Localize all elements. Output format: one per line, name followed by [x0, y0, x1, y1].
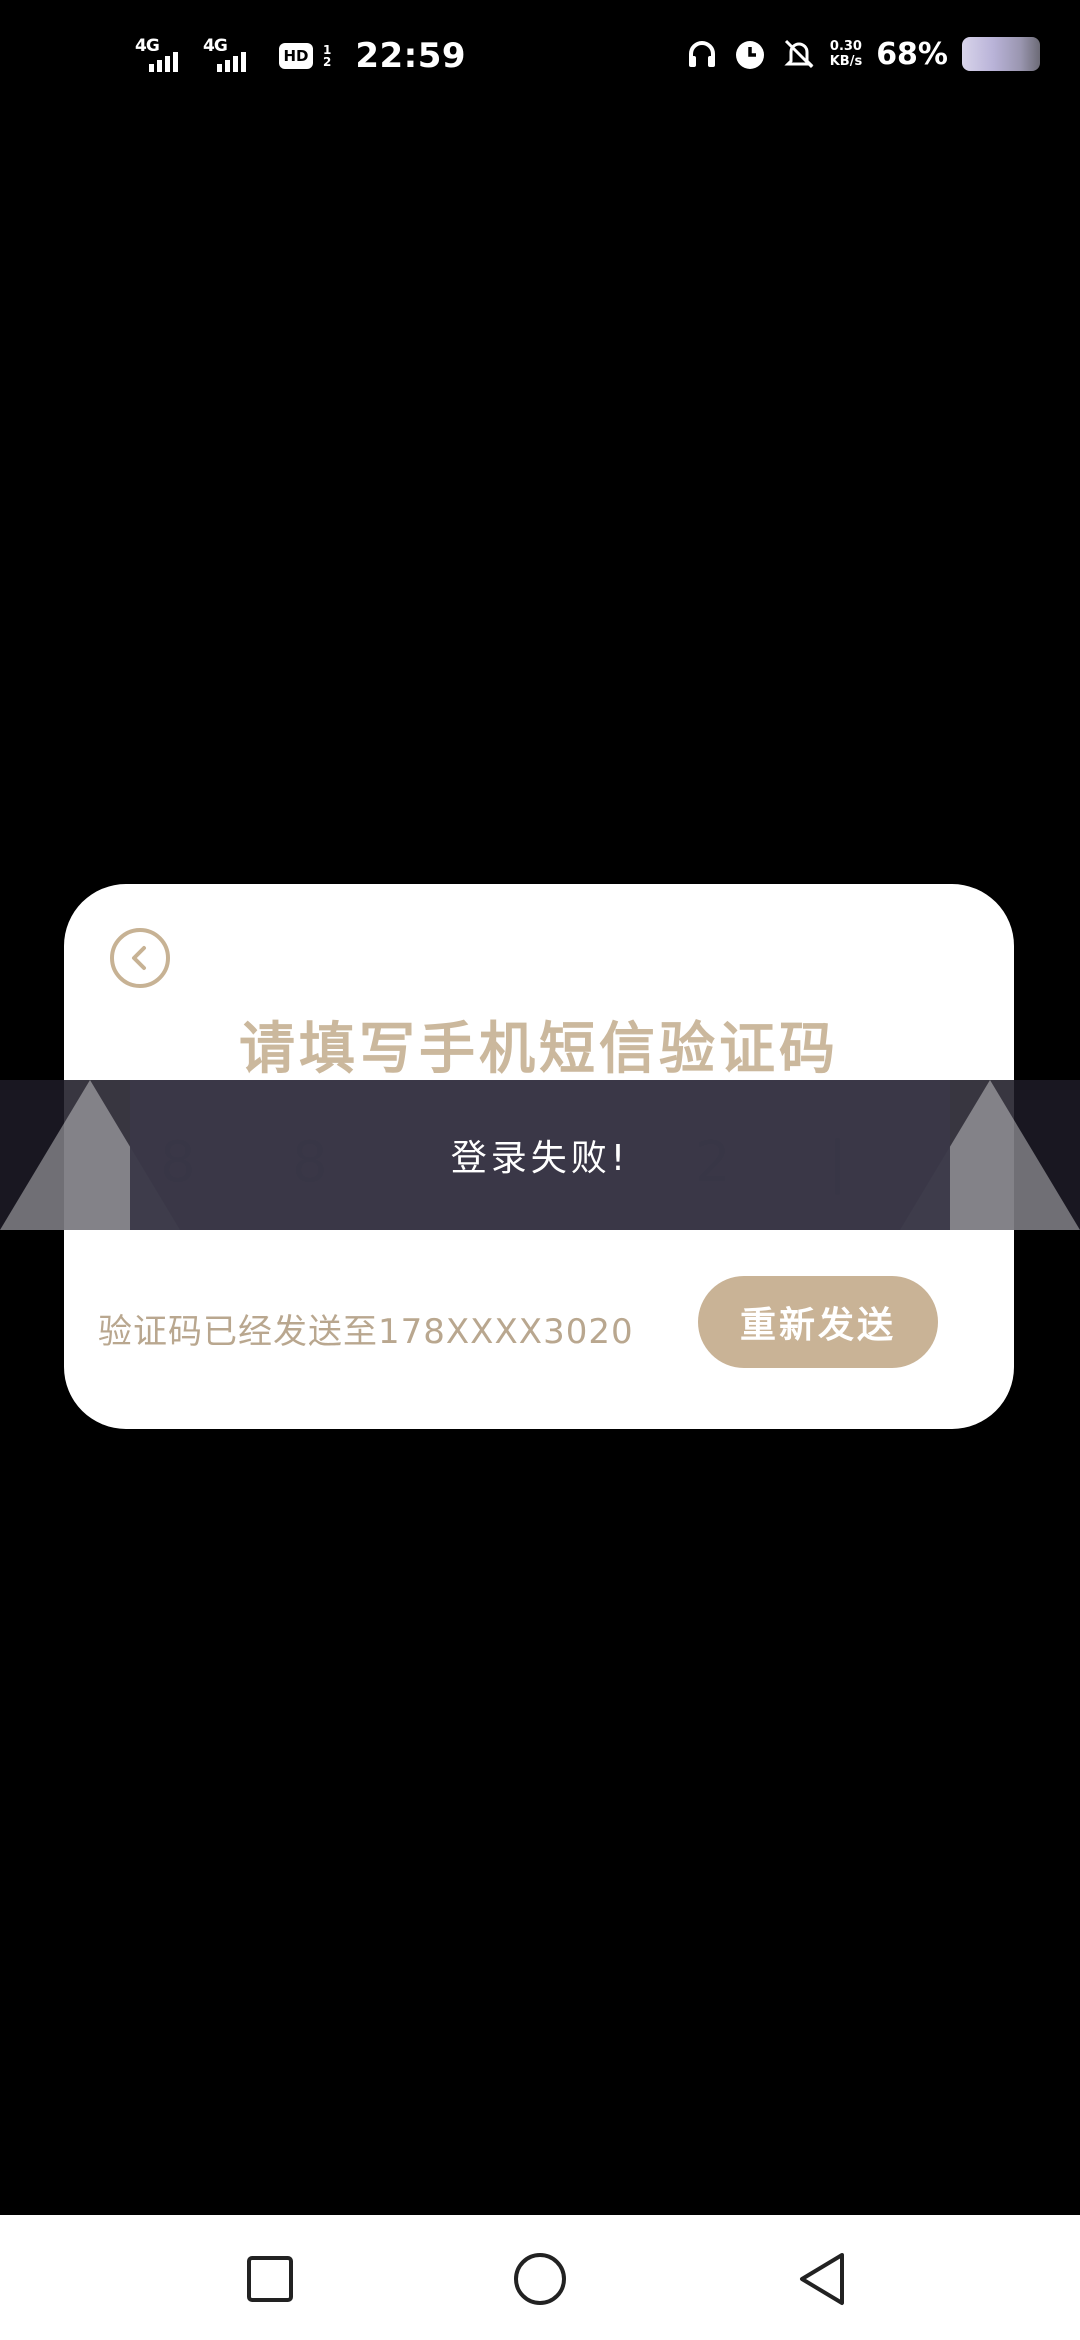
home-button[interactable]: [508, 2247, 572, 2311]
status-bar: 4G 4G HD 1 2 22:59 0.30 KB/s 68%: [0, 0, 1080, 115]
recents-square-icon: [247, 2256, 293, 2302]
resend-button[interactable]: 重新发送: [698, 1276, 938, 1368]
hd-sim-indicator: 1 2: [323, 44, 331, 68]
mute-bell-icon: [782, 37, 816, 71]
home-circle-icon: [514, 2253, 566, 2305]
battery-percent: 68%: [876, 36, 948, 72]
screen: 4G 4G HD 1 2 22:59 0.30 KB/s 68% 请填写手机短信…: [0, 0, 1080, 2340]
clock: 22:59: [355, 36, 467, 76]
sim2-signal-icon: 4G: [203, 36, 261, 76]
network-speed: 0.30 KB/s: [830, 39, 862, 69]
alarm-icon: [732, 36, 768, 72]
toast-message: 登录失败!: [450, 1138, 630, 1179]
toast-banner: 登录失败!: [0, 1080, 1080, 1230]
chevron-left-icon: [132, 946, 146, 970]
back-triangle-icon: [800, 2253, 844, 2305]
headphones-icon: [686, 38, 718, 70]
back-nav-button[interactable]: [790, 2247, 854, 2311]
status-left: 4G 4G HD 1 2 22:59: [135, 36, 466, 76]
sim1-signal-icon: 4G: [135, 36, 193, 76]
navigation-bar: [0, 2215, 1080, 2340]
back-button[interactable]: [110, 928, 170, 988]
hd-sub-bottom: 2: [323, 55, 332, 69]
code-sent-notice: 验证码已经发送至178XXXX3020: [98, 1312, 634, 1352]
status-right: 0.30 KB/s 68%: [686, 36, 1040, 72]
recents-button[interactable]: [238, 2247, 302, 2311]
hd-voice-icon: HD: [279, 43, 313, 69]
battery-icon: [962, 37, 1040, 71]
dialog-title: 请填写手机短信验证码: [239, 1016, 839, 1082]
network-speed-value: 0.30: [829, 39, 862, 54]
network-speed-unit: KB/s: [829, 54, 863, 69]
